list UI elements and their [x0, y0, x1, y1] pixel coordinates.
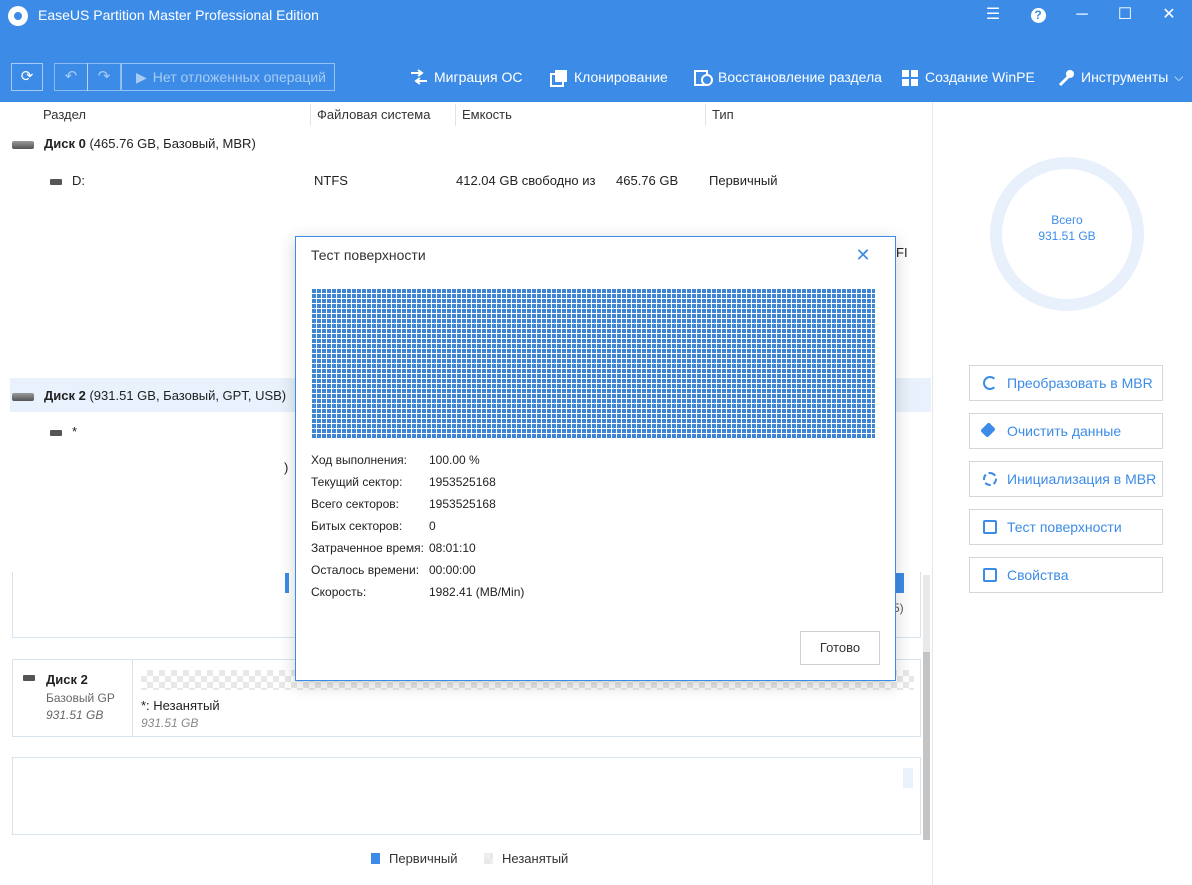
partition-total: 465.76 GB: [616, 173, 679, 188]
speed-value: 1982.41 (MB/Min): [429, 585, 525, 599]
partition-row-d[interactable]: D:: [50, 173, 85, 188]
wipe-data-button[interactable]: Очистить данные: [969, 413, 1163, 449]
migrate-icon: [410, 69, 428, 85]
disk-row-2[interactable]: Диск 2 (931.51 GB, Базовый, GPT, USB): [12, 388, 286, 403]
column-divider: [455, 104, 456, 126]
menu-icon[interactable]: ☰: [973, 2, 1013, 28]
disk-icon: [12, 140, 34, 149]
chevron-down-icon: ⌵: [1174, 70, 1184, 84]
current-sector-value: 1953525168: [429, 475, 496, 489]
partition-icon: [50, 429, 62, 436]
gear-icon: [983, 472, 997, 486]
close-icon[interactable]: ✕: [853, 245, 873, 265]
apply-pending-button[interactable]: ▶ Нет отложенных операций: [121, 63, 335, 91]
header-capacity[interactable]: Емкость: [462, 107, 512, 122]
partition-recovery-button[interactable]: Восстановление раздела: [694, 66, 882, 88]
column-divider: [310, 104, 311, 126]
primary-bar-sliver: [285, 573, 289, 593]
partition-free: 412.04 GB свободно из: [456, 173, 596, 188]
convert-icon: [983, 376, 997, 390]
primary-swatch: [371, 853, 380, 864]
create-winpe-button[interactable]: Создание WinPE: [901, 66, 1035, 88]
unallocated-size: 931.51 GB: [141, 716, 199, 730]
disk-icon: [12, 392, 34, 401]
undo-button[interactable]: ↶: [54, 63, 88, 91]
initialize-mbr-button[interactable]: Инициализация в MBR: [969, 461, 1163, 497]
close-window-icon[interactable]: ✕: [1149, 2, 1189, 28]
stat-label: Скорость:: [311, 585, 367, 599]
stat-label: Ход выполнения:: [311, 453, 407, 467]
play-icon: ▶: [136, 69, 147, 85]
legend-primary: Первичный: [371, 851, 458, 866]
refresh-button[interactable]: ⟳: [11, 63, 43, 91]
surface-test-button[interactable]: Тест поверхности: [969, 509, 1163, 545]
convert-to-mbr-button[interactable]: Преобразовать в MBR: [969, 365, 1163, 401]
stat-label: Битых секторов:: [311, 519, 403, 533]
partition-type: Первичный: [709, 173, 778, 188]
unallocated-swatch: [484, 853, 493, 864]
tools-menu-button[interactable]: Инструменты ⌵: [1057, 66, 1183, 88]
legend-unallocated: Незанятый: [484, 851, 568, 866]
windows-icon: [901, 69, 919, 86]
partition-table-header: Раздел Файловая система Емкость Тип: [0, 102, 932, 126]
app-logo-icon: [8, 6, 28, 26]
disk-small-icon: [23, 675, 35, 681]
capacity-ring-text: Всего 931.51 GB: [1038, 213, 1096, 243]
os-migration-button[interactable]: Миграция ОС: [410, 66, 522, 88]
header-partition[interactable]: Раздел: [43, 107, 86, 122]
clone-button[interactable]: Клонирование: [550, 66, 668, 88]
elapsed-time-value: 08:01:10: [429, 541, 476, 555]
partition-icon: [50, 178, 62, 185]
properties-button[interactable]: Свойства: [969, 557, 1163, 593]
help-icon[interactable]: ?: [1018, 2, 1058, 28]
clone-icon: [550, 69, 568, 87]
partition-type-partial: FI: [896, 245, 908, 260]
disk-map-lower: [12, 757, 921, 835]
dialog-title: Тест поверхности: [311, 247, 426, 263]
redo-button[interactable]: ↷: [87, 63, 121, 91]
remaining-time-value: 00:00:00: [429, 563, 476, 577]
properties-icon: [983, 568, 997, 582]
surface-test-dialog: Тест поверхности ✕ Ход выполнения: 100.0…: [295, 236, 896, 681]
done-button[interactable]: Готово: [800, 631, 880, 665]
header-type[interactable]: Тип: [712, 107, 734, 122]
maximize-icon[interactable]: ☐: [1105, 2, 1145, 28]
header-filesystem[interactable]: Файловая система: [317, 107, 430, 122]
stat-label: Осталось времени:: [311, 563, 420, 577]
wrench-icon: [1057, 69, 1075, 87]
title-bar: EaseUS Partition Master Professional Edi…: [0, 0, 1192, 102]
partition-fs: NTFS: [314, 173, 348, 188]
total-sectors-value: 1953525168: [429, 497, 496, 511]
column-divider: [705, 104, 706, 126]
stat-label: Всего секторов:: [311, 497, 399, 511]
minimize-icon[interactable]: ─: [1062, 2, 1102, 28]
partial-text: ): [284, 460, 289, 475]
surface-test-icon: [983, 520, 997, 534]
refresh-icon: ⟳: [20, 68, 34, 85]
partition-row-unallocated[interactable]: *: [50, 424, 77, 439]
redo-icon: ↷: [97, 68, 111, 85]
sector-grid: [311, 288, 875, 438]
undo-icon: ↶: [64, 68, 78, 85]
scrollbar-thumb[interactable]: [923, 652, 930, 840]
bad-sectors-value: 0: [429, 519, 436, 533]
stat-label: Затраченное время:: [311, 541, 424, 555]
window-title: EaseUS Partition Master Professional Edi…: [38, 7, 319, 23]
disk-row-0[interactable]: Диск 0 (465.76 GB, Базовый, MBR): [12, 136, 256, 151]
recovery-icon: [694, 69, 713, 86]
unallocated-label: *: Незанятый: [141, 698, 220, 713]
stat-label: Текущий сектор:: [311, 475, 403, 489]
disk-map-label: Диск 2 Базовый GP 931.51 GB: [13, 660, 133, 736]
progress-value: 100.00 %: [429, 453, 480, 467]
eraser-icon: [980, 422, 996, 438]
